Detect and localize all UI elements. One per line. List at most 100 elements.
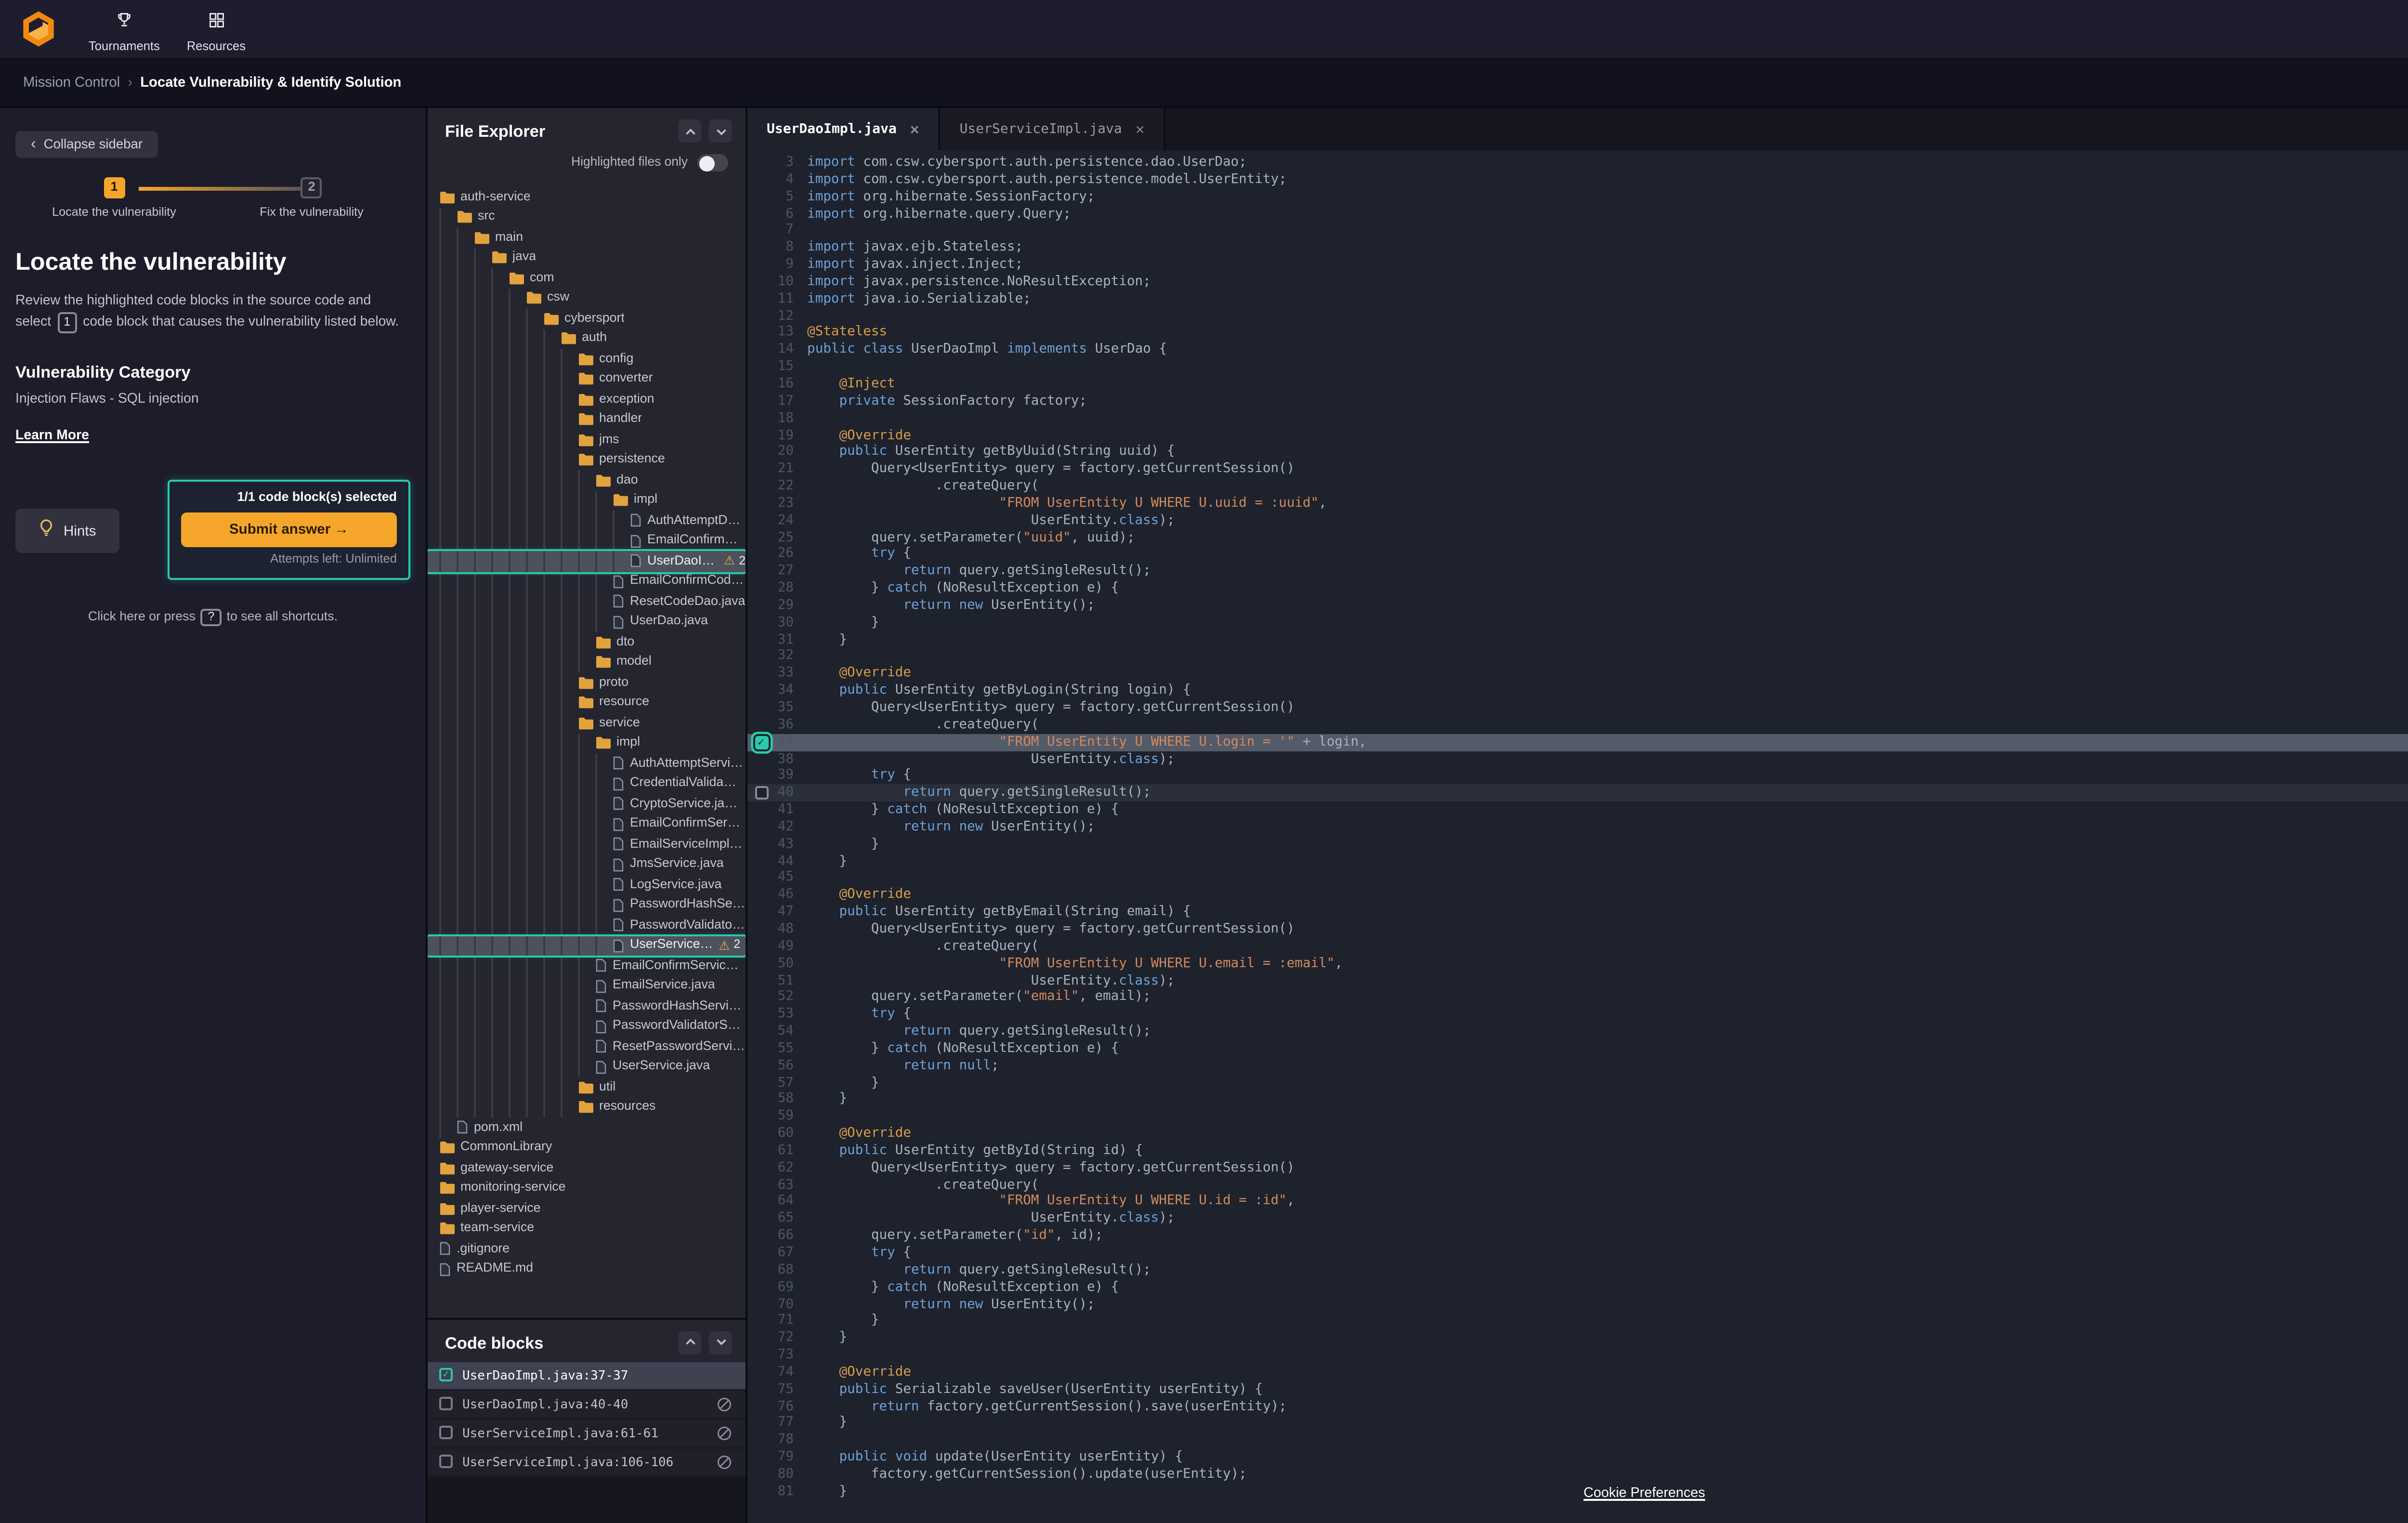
tree-item[interactable]: UserService.java (428, 1057, 746, 1077)
tree-item[interactable]: CommonLibrary (428, 1138, 746, 1158)
tree-item[interactable]: CryptoService.ja… (428, 794, 746, 814)
tree-item[interactable]: cybersport (428, 308, 746, 328)
tree-item[interactable]: README.md (428, 1259, 746, 1279)
code-block-checkbox[interactable] (754, 787, 768, 800)
tree-item[interactable]: exception (428, 389, 746, 409)
checkbox-gutter (747, 819, 774, 836)
tree-item[interactable]: ResetPasswordServi… (428, 1037, 746, 1057)
tree-item[interactable]: model (428, 652, 746, 672)
tree-item[interactable]: src (428, 207, 746, 227)
code-text: return query.getSingleResult(); (807, 1261, 1151, 1278)
checkbox-icon[interactable]: ✓ (439, 1368, 453, 1381)
cookie-preferences-link[interactable]: Cookie Preferences (1584, 1483, 1705, 1500)
tree-item[interactable]: gateway-service (428, 1158, 746, 1178)
code-text: } (807, 614, 879, 631)
code-block-checkbox-checked[interactable]: ✓ (754, 735, 768, 748)
tree-item[interactable]: player-service (428, 1198, 746, 1219)
checkbox-icon[interactable] (439, 1455, 453, 1468)
submit-answer-button[interactable]: Submit answer → (181, 512, 397, 546)
tree-item[interactable]: resource (428, 693, 746, 713)
tree-item[interactable]: jms (428, 430, 746, 450)
next-highlight-button[interactable] (709, 119, 732, 143)
tree-item[interactable]: resources (428, 1097, 746, 1117)
tree-item[interactable]: PasswordHashServ… (428, 895, 746, 915)
code-text: @Override (807, 1364, 911, 1381)
code-block-item[interactable]: UserDaoImpl.java:40-40 (428, 1390, 746, 1419)
tree-item[interactable]: main (428, 227, 746, 248)
tab-userserviceimpl[interactable]: UserServiceImpl.java × (940, 108, 1165, 150)
breadcrumb-mission-control[interactable]: Mission Control (23, 73, 120, 91)
tree-item[interactable]: EmailServiceImpl… (428, 834, 746, 854)
tree-item[interactable]: team-service (428, 1219, 746, 1239)
tree-item[interactable]: java (428, 248, 746, 268)
highlighted-files-toggle[interactable] (697, 154, 728, 171)
tree-item[interactable]: dao (428, 470, 746, 490)
tree-item[interactable]: impl (428, 733, 746, 753)
nav-resources[interactable]: Resources (187, 3, 246, 54)
tree-item[interactable]: AuthAttemptServi… (428, 753, 746, 774)
tree-item[interactable]: proto (428, 672, 746, 693)
tree-guide (561, 935, 578, 956)
tree-item[interactable]: .gitignore (428, 1239, 746, 1259)
tree-item[interactable]: PasswordValidato… (428, 915, 746, 935)
tree-item[interactable]: EmailConfirmServ… (428, 814, 746, 834)
tree-item[interactable]: ResetCodeDao.java (428, 591, 746, 612)
tree-item[interactable]: JmsService.java (428, 854, 746, 875)
tree-item[interactable]: pom.xml (428, 1117, 746, 1138)
tree-guide (457, 753, 474, 774)
previous-highlight-button[interactable] (678, 119, 701, 143)
nav-tournaments[interactable]: Tournaments (89, 3, 160, 54)
close-icon[interactable]: × (910, 120, 919, 138)
tree-item[interactable]: PasswordHashServic… (428, 996, 746, 1016)
file-icon (613, 857, 624, 872)
tree-item[interactable]: config (428, 349, 746, 369)
code-block-item[interactable]: UserServiceImpl.java:106-106 (428, 1448, 746, 1477)
tree-item[interactable]: AuthAttemptDao… (428, 511, 746, 531)
tree-item[interactable]: com (428, 268, 746, 288)
hints-button[interactable]: Hints (15, 508, 119, 552)
folder-icon (578, 413, 593, 426)
code-line[interactable]: ✓37 "FROM UserEntity U WHERE U.login = '… (747, 734, 2408, 750)
learn-more-link[interactable]: Learn More (15, 428, 89, 443)
tree-item[interactable]: LogService.java (428, 875, 746, 895)
tree-item-highlighted[interactable]: UserDaoIm…⚠2 (428, 551, 746, 571)
tree-item[interactable]: service (428, 713, 746, 733)
tree-item[interactable]: EmailConfirmServic… (428, 956, 746, 976)
shortcuts-hint[interactable]: Click here or press ? to see all shortcu… (15, 609, 410, 626)
tree-item[interactable]: CredentialValida… (428, 774, 746, 794)
tree-item[interactable]: converter (428, 369, 746, 389)
next-block-button[interactable] (709, 1330, 732, 1353)
tree-item[interactable]: PasswordValidatorS… (428, 1016, 746, 1037)
tree-item[interactable]: auth (428, 328, 746, 349)
step-1-number[interactable]: 1 (104, 177, 125, 198)
tree-item[interactable]: auth-service (428, 187, 746, 207)
tree-item[interactable]: EmailConfirmCode… (428, 571, 746, 591)
close-icon[interactable]: × (1136, 120, 1145, 138)
logo-icon[interactable] (19, 10, 58, 48)
step-2-number[interactable]: 2 (301, 177, 322, 198)
tree-item[interactable]: util (428, 1077, 746, 1097)
previous-block-button[interactable] (678, 1330, 701, 1353)
tree-item[interactable]: dto (428, 632, 746, 652)
tree-item[interactable]: persistence (428, 450, 746, 470)
tree-item-highlighted[interactable]: UserService…⚠2 (428, 935, 746, 956)
file-tree: auth-servicesrcmainjavacomcswcybersporta… (428, 181, 746, 1317)
checkbox-icon[interactable] (439, 1397, 453, 1410)
checkbox-icon[interactable] (439, 1426, 453, 1439)
file-icon (613, 897, 624, 913)
code-block-item[interactable]: UserServiceImpl.java:61-61 (428, 1419, 746, 1448)
tab-userdaoimpl[interactable]: UserDaoImpl.java × (747, 108, 940, 150)
tree-guide (543, 713, 561, 733)
code-line: 51 UserEntity.class); (747, 972, 2408, 989)
tree-item[interactable]: monitoring-service (428, 1178, 746, 1198)
code-line[interactable]: 40 return query.getSingleResult(); (747, 785, 2408, 801)
tree-item[interactable]: csw (428, 288, 746, 308)
tree-item[interactable]: UserDao.java (428, 612, 746, 632)
tree-item[interactable]: EmailService.java (428, 976, 746, 996)
tree-item[interactable]: impl (428, 490, 746, 511)
code-block-item[interactable]: ✓UserDaoImpl.java:37-37 (428, 1361, 746, 1390)
tree-item[interactable]: handler (428, 409, 746, 430)
tree-guide (474, 956, 491, 976)
tree-item[interactable]: EmailConfirmCo… (428, 531, 746, 551)
collapse-sidebar-button[interactable]: ‹ Collapse sidebar (15, 131, 158, 158)
